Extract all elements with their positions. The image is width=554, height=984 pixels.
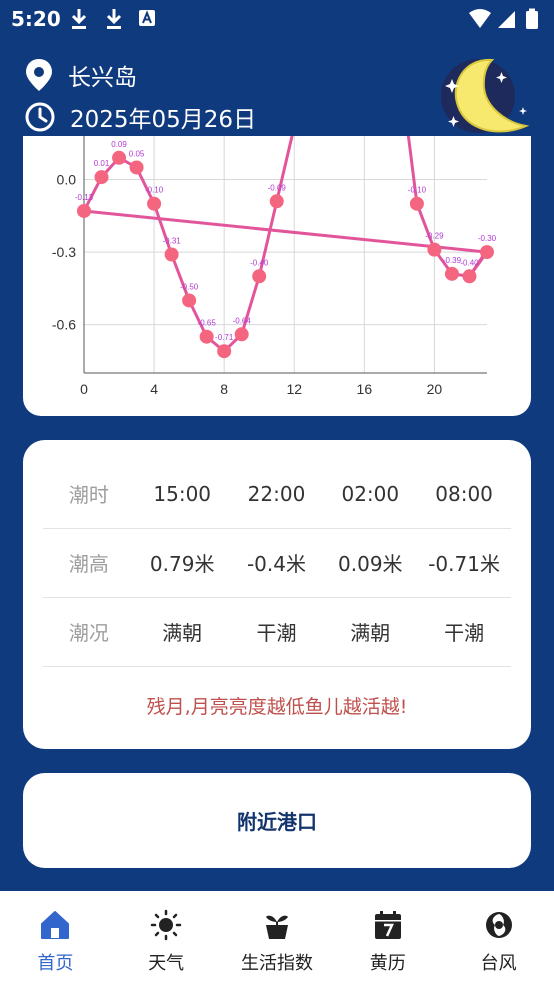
location-name: 长兴岛 [68,65,137,91]
data-point [112,150,127,165]
location-pin-icon [26,59,52,91]
x-tick-label: 12 [286,381,302,397]
download-icon [71,9,87,29]
data-point [129,160,144,175]
typhoon-icon [483,909,515,941]
nearby-port-label: 附近港口 [237,810,317,834]
data-point [427,242,442,257]
status-right-icons [469,8,538,29]
x-tick-label: 4 [150,381,158,397]
y-tick-label: 0.0 [57,172,77,188]
tide-row-status: 潮况 满朝 干潮 满朝 干潮 [43,597,511,667]
tide-chart: 0 4 8 12 16 20 0.0 -0.3 -0.6 -0.13 0.01 0.090.05 -0.… [52,136,497,397]
row-label: 潮高 [68,552,109,576]
data-label: -0.29 [425,232,444,241]
data-label: -0.31 [162,237,181,246]
download-icon [106,9,122,29]
data-point [269,194,284,209]
data-label: -0.39 [443,256,462,265]
status-time: 5:20 [11,7,61,31]
sun-icon [150,909,182,941]
table-cell: 干潮 [256,621,297,645]
data-label: -0.40 [250,258,269,267]
location-row: 长兴岛 [24,58,137,92]
data-point [480,245,494,260]
date-text: 2025年05月26日 [70,107,257,133]
data-point [182,293,197,308]
status-bar: 5:20 [0,0,554,38]
calendar-icon [372,909,404,941]
date-row: 2025年05月26日 [24,100,256,134]
table-cell: 15:00 [153,481,212,506]
table-cell: -0.4米 [246,552,306,576]
data-point [444,266,459,281]
plant-pot-icon [261,909,293,941]
crescent-moon-icon [441,58,530,133]
y-tick-label: -0.3 [52,244,76,260]
table-cell: 0.79米 [149,552,215,576]
data-label: -0.09 [268,183,287,192]
home-icon [39,909,71,941]
nav-label: 生活指数 [240,953,313,974]
data-point [234,327,249,342]
battery-icon [526,11,538,29]
data-label: -0.10 [408,186,427,195]
data-point [164,247,179,262]
data-label: -0.13 [75,193,94,202]
x-tick-label: 0 [80,381,88,397]
data-label: 0.01 [94,159,110,168]
table-cell: 满朝 [350,621,391,645]
table-cell: -0.71米 [428,552,500,576]
tide-row-height: 潮高 0.79米 -0.4米 0.09米 -0.71米 [43,528,511,598]
table-cell: 满朝 [162,621,203,645]
nav-item-typhoon[interactable]: 台风 [443,891,554,984]
data-point [94,170,109,185]
nearby-port-button[interactable]: 附近港口 [23,773,531,868]
nav-item-life-index[interactable]: 生活指数 [222,891,333,984]
data-point [462,269,477,284]
moon-fishing-tip: 残月,月亮亮度越低鱼儿越活越! [146,696,408,718]
data-label: -0.50 [180,282,199,291]
data-point [217,344,232,359]
table-cell: 22:00 [247,481,306,506]
table-cell: 0.09米 [338,552,403,576]
data-label: -0.71 [215,333,234,342]
table-cell: 08:00 [435,481,493,506]
nav-label: 首页 [37,953,74,974]
signal-icon [498,11,515,28]
x-tick-label: 16 [357,381,373,397]
row-label: 潮时 [68,483,109,507]
table-cell: 干潮 [444,621,485,645]
wifi-icon [469,9,491,28]
data-label: -0.40 [460,258,479,267]
x-tick-label: 20 [427,381,443,397]
nav-label: 天气 [148,953,185,974]
data-point [147,196,162,211]
nav-label: 台风 [480,953,517,974]
data-label: -0.64 [233,316,252,325]
text-app-icon [139,10,155,26]
data-label: -0.30 [478,234,497,243]
data-point [199,329,214,344]
clock-icon [25,102,55,132]
nav-label: 黄历 [369,953,406,974]
tide-table-card: 潮时 15:00 22:00 02:00 08:00 潮高 0.79米 -0.4… [23,440,531,749]
row-label: 潮况 [68,621,109,645]
data-point [252,269,267,284]
nav-item-home[interactable]: 首页 [0,891,111,984]
table-cell: 02:00 [341,481,400,506]
x-tick-label: 8 [220,381,228,397]
data-label: 0.09 [111,140,127,149]
nav-item-weather[interactable]: 天气 [111,891,222,984]
data-point [409,196,424,211]
nav-item-almanac[interactable]: 黄历 [332,891,443,984]
tide-row-time: 潮时 15:00 22:00 02:00 08:00 [43,459,511,529]
data-label: -0.10 [145,186,164,195]
bottom-nav: 首页 天气 生活指数 黄历 台风 [0,891,554,984]
data-label: 0.05 [129,149,145,158]
tide-chart-card: 0 4 8 12 16 20 0.0 -0.3 -0.6 -0.13 0.01 0.09 0.05 -0.… [23,136,531,416]
data-label: -0.65 [198,319,217,328]
y-tick-label: -0.6 [52,317,76,333]
data-point [77,203,91,218]
